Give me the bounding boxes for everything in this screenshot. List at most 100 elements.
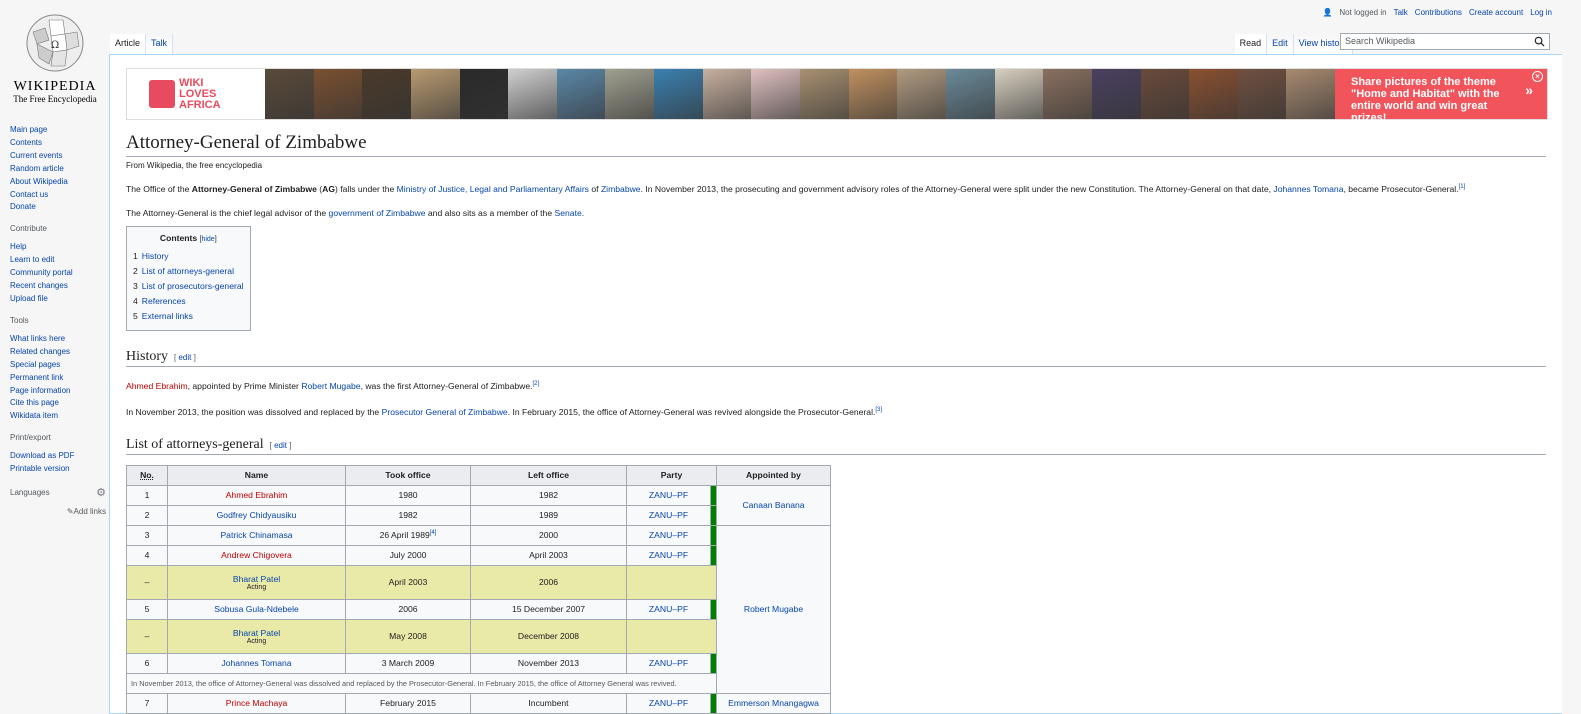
search-icon[interactable]: [1534, 36, 1545, 47]
zimbabwe-link[interactable]: Zimbabwe: [601, 184, 641, 194]
cell-took-office: April 2003: [345, 564, 471, 600]
toc-item[interactable]: 3 List of prosecutors-general: [133, 279, 244, 294]
sidebar-nav-item[interactable]: Contact us: [10, 189, 106, 202]
cell-name: Bharat Patel Acting: [167, 618, 346, 654]
sidebar-contribute-item[interactable]: Recent changes: [10, 280, 106, 293]
toc-item[interactable]: 2 List of attorneys-general: [133, 264, 244, 279]
party-color-swatch: [710, 652, 717, 674]
party-link[interactable]: ZANU–PF: [649, 604, 688, 614]
sidebar-contribute-item[interactable]: Upload file: [10, 293, 106, 306]
table-row: 1 Ahmed Ebrahim 1980 1982 ZANU–PF Canaan Bana…: [126, 484, 831, 526]
sidebar-tools-item[interactable]: Related changes: [10, 346, 106, 359]
sidebar-tools-item[interactable]: Wikidata item: [10, 410, 106, 423]
sidebar-contribute-item[interactable]: Learn to edit: [10, 254, 106, 267]
robert-mugabe-link[interactable]: Robert Mugabe: [301, 381, 360, 391]
party-link[interactable]: ZANU–PF: [649, 658, 688, 668]
sidebar-tools-item[interactable]: Cite this page: [10, 397, 106, 410]
col-name: Name: [167, 464, 346, 486]
sidebar-nav-item[interactable]: Contents: [10, 137, 106, 150]
search-input[interactable]: Search Wikipedia: [1340, 33, 1550, 50]
sidebar-contribute: Contribute Help Learn to edit Community po…: [10, 224, 106, 306]
ref-1[interactable]: [1]: [1459, 184, 1466, 190]
prosecutor-general-link[interactable]: Prosecutor General of Zimbabwe: [382, 407, 508, 417]
toc-hide-toggle[interactable]: hide: [201, 236, 214, 243]
sidebar-nav-item[interactable]: Donate: [10, 201, 106, 214]
contributions-link[interactable]: Contributions: [1415, 8, 1462, 17]
cell-appointed-by: Canaan Banana: [716, 484, 831, 526]
banner-photo: [265, 69, 314, 119]
party-link[interactable]: ZANU–PF: [649, 550, 688, 560]
log-in-link[interactable]: Log in: [1530, 8, 1552, 17]
personal-talk-link[interactable]: Talk: [1394, 8, 1408, 17]
appointer-link[interactable]: Canaan Banana: [742, 500, 804, 510]
party-link[interactable]: ZANU–PF: [649, 490, 688, 500]
table-of-contents: Contents [hide] 1 History 2 List of attorne…: [126, 225, 251, 331]
history-edit-link[interactable]: edit: [178, 353, 191, 362]
attorneys-general-table: No. Name Took office Left office Party A…: [126, 464, 831, 714]
sidebar-contribute-item[interactable]: Community portal: [10, 267, 106, 280]
party-link[interactable]: ZANU–PF: [649, 510, 688, 520]
person-link[interactable]: Bharat Patel: [233, 574, 280, 584]
tools-heading: Tools: [10, 315, 29, 325]
tab-edit[interactable]: Edit: [1267, 34, 1294, 54]
sidebar-nav-item[interactable]: Main page: [10, 124, 106, 137]
sidebar-contribute-item[interactable]: Help: [10, 241, 106, 254]
col-appointed-by: Appointed by: [716, 464, 831, 486]
ahmed-ebrahim-link[interactable]: Ahmed Ebrahim: [126, 381, 188, 391]
cell-appointed-by: Robert Mugabe: [716, 524, 831, 694]
banner-photo: [702, 69, 752, 119]
toc-item[interactable]: 5 External links: [133, 309, 244, 324]
sidebar-nav-item[interactable]: Current events: [10, 150, 106, 163]
johannes-tomana-link[interactable]: Johannes Tomana: [1273, 184, 1343, 194]
sidebar-tools-item[interactable]: Permanent link: [10, 372, 106, 385]
person-link[interactable]: Godfrey Chidyausiku: [217, 510, 297, 520]
tab-article[interactable]: Article: [110, 34, 147, 54]
cell-took-office: 3 March 2009: [345, 652, 471, 674]
banner-photo: [362, 69, 411, 119]
tagline: The Free Encyclopedia: [13, 94, 97, 104]
close-icon[interactable]: ×: [1532, 71, 1543, 82]
ref-4[interactable]: [4]: [430, 530, 437, 536]
col-took-office: Took office: [345, 464, 471, 486]
senate-link[interactable]: Senate: [555, 208, 582, 218]
cell-name: Ahmed Ebrahim: [167, 484, 346, 506]
cell-name: Patrick Chinamasa: [167, 524, 346, 546]
sidebar-tools-item[interactable]: Page information: [10, 385, 106, 398]
wiki-loves-africa-banner[interactable]: WIKI LOVES AFRICA Share pictures of the …: [126, 68, 1548, 124]
toc-item[interactable]: 4 References: [133, 294, 244, 309]
add-links-button[interactable]: ✎Add links: [10, 507, 106, 516]
person-link[interactable]: Patrick Chinamasa: [220, 530, 292, 540]
sidebar-nav-item[interactable]: About Wikipedia: [10, 176, 106, 189]
wordmark: WIKIPEDIA: [13, 79, 97, 94]
create-account-link[interactable]: Create account: [1469, 8, 1523, 17]
government-link[interactable]: government of Zimbabwe: [329, 208, 426, 218]
party-link[interactable]: ZANU–PF: [649, 530, 688, 540]
gear-icon[interactable]: ⚙: [96, 486, 106, 499]
sidebar-tools-item[interactable]: Special pages: [10, 359, 106, 372]
sidebar-print-item[interactable]: Download as PDF: [10, 450, 106, 463]
tab-talk[interactable]: Talk: [146, 34, 174, 54]
person-link[interactable]: Sobusa Gula-Ndebele: [214, 604, 299, 614]
col-party: Party: [626, 464, 717, 486]
person-link[interactable]: Ahmed Ebrahim: [226, 490, 288, 500]
banner-cta[interactable]: Share pictures of the theme "Home and Ha…: [1335, 69, 1547, 124]
col-left-office: Left office: [470, 464, 627, 486]
tab-read[interactable]: Read: [1234, 34, 1268, 54]
toc-item[interactable]: 1 History: [133, 249, 244, 264]
ref-2[interactable]: [2]: [533, 381, 540, 387]
person-link[interactable]: Andrew Chigovera: [221, 550, 292, 560]
list-edit-link[interactable]: edit: [274, 441, 287, 450]
appointer-link[interactable]: Robert Mugabe: [744, 604, 803, 614]
sidebar-tools-item[interactable]: What links here: [10, 333, 106, 346]
ministry-link[interactable]: Ministry of Justice, Legal and Parliamen…: [397, 184, 589, 194]
ref-3[interactable]: [3]: [875, 407, 882, 413]
banner-photo: [654, 69, 703, 119]
person-link[interactable]: Johannes Tomana: [221, 658, 291, 668]
sidebar-nav-item[interactable]: Random article: [10, 163, 106, 176]
wikipedia-logo[interactable]: Ω WIKIPEDIA The Free Encyclopedia: [0, 0, 110, 110]
person-link[interactable]: Bharat Patel: [233, 628, 280, 638]
cell-took-office: May 2008: [345, 618, 471, 654]
cell-no: 2: [126, 504, 168, 526]
party-color-swatch: [710, 504, 717, 526]
sidebar-print-item[interactable]: Printable version: [10, 463, 106, 476]
